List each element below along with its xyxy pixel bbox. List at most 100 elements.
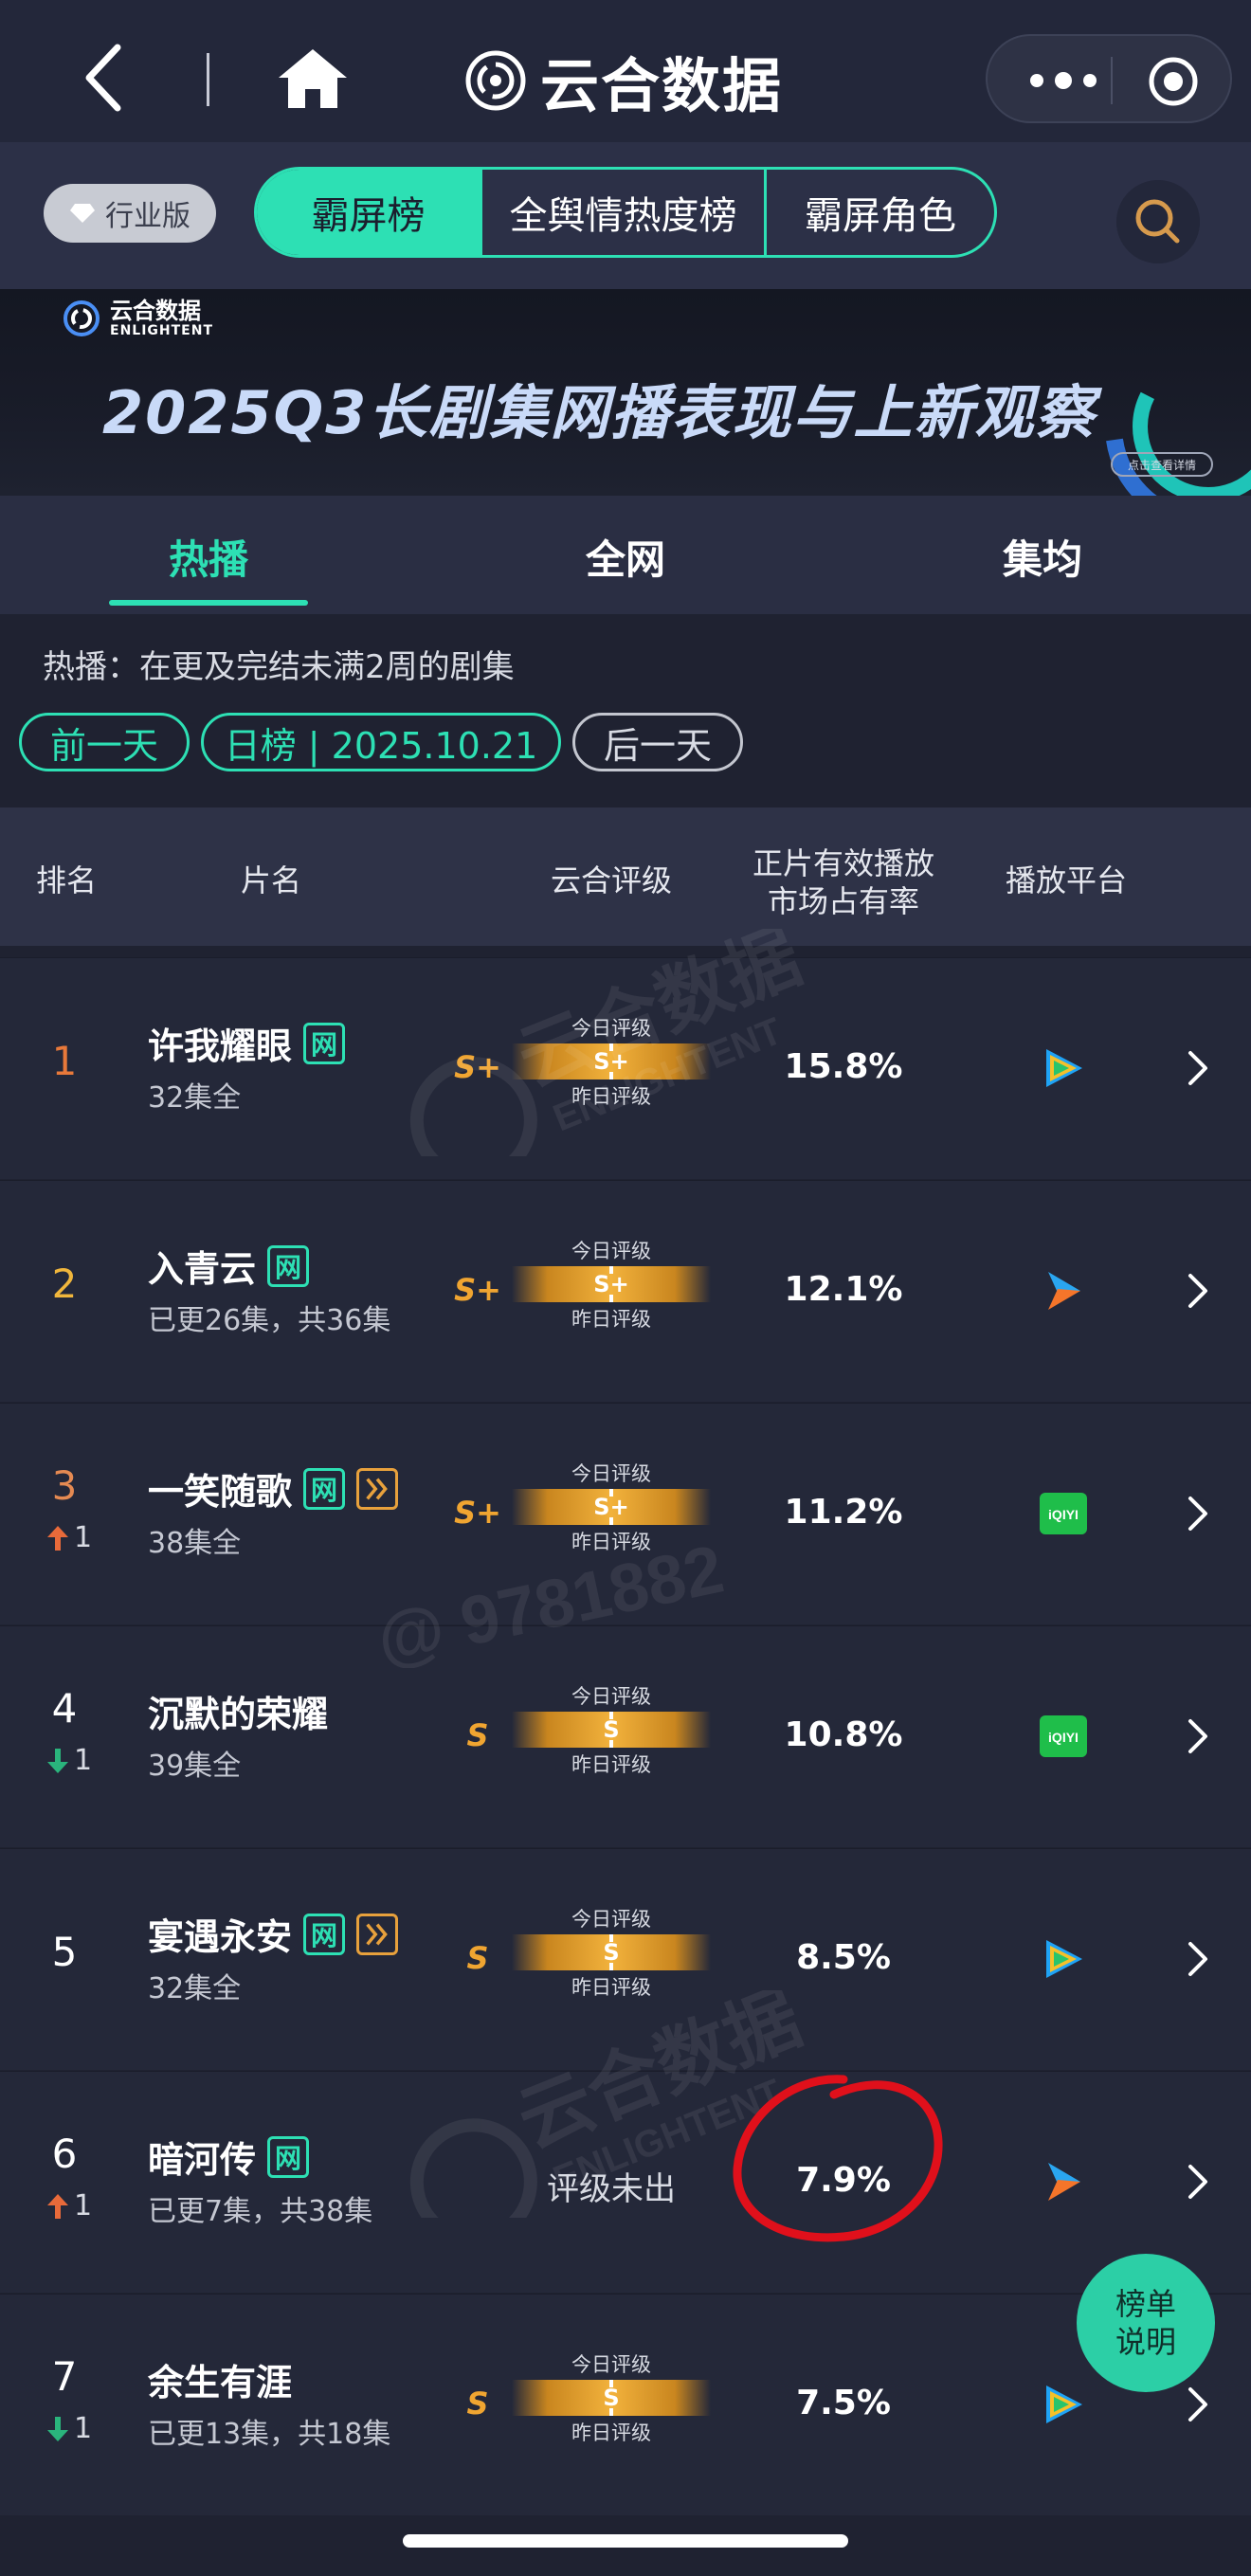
table-row[interactable]: 2 入青云网已更26集，共36集 S+ 今日评级 S+ 昨日评级 12.1% — [0, 1180, 1251, 1402]
grade-bar-value: S+ — [593, 1494, 629, 1520]
title-line: 一笑随歌网 — [148, 1462, 399, 1515]
ranking-switcher-bar: 行业版 霸屏榜 全舆情热度榜 霸屏角色 — [0, 142, 1251, 289]
date-selector[interactable]: 日榜 | 2025.10.21 — [201, 713, 561, 771]
network-badge: 网 — [303, 1467, 346, 1510]
episode-status: 32集全 — [148, 1081, 242, 1115]
table-row[interactable]: 4 1 沉默的荣耀 39集全 S 今日评级 S 昨日评级 10.8% iQIYI — [0, 1625, 1251, 1847]
rank-change-value: 1 — [74, 2189, 93, 2222]
grade-bar: 今日评级 S+ 昨日评级 — [512, 1236, 711, 1333]
today-grade-label: 今日评级 — [571, 2353, 651, 2376]
episode-status: 已更7集，共38集 — [148, 2195, 373, 2228]
home-indicator — [403, 2534, 848, 2548]
market-share: 12.1% — [784, 1270, 903, 1309]
more-dots-icon[interactable] — [1025, 64, 1101, 97]
search-icon[interactable] — [1116, 180, 1200, 263]
today-grade-label: 今日评级 — [571, 1462, 651, 1485]
drama-title: 一笑随歌 — [148, 1471, 293, 1513]
tab-rebo[interactable]: 热播 — [169, 528, 248, 586]
grade-bar: 今日评级 S 昨日评级 — [512, 1681, 711, 1778]
segment-bapingjuese[interactable]: 霸屏角色 — [764, 170, 994, 255]
yesterday-grade-label: 昨日评级 — [571, 1753, 651, 1776]
table-row[interactable]: 7 1 余生有涯 已更13集，共18集 S 今日评级 S 昨日评级 7.5% — [0, 2294, 1251, 2515]
yesterday-grade-label: 昨日评级 — [571, 1085, 651, 1108]
iqiyi-logo-text: iQIYI — [1048, 1507, 1079, 1522]
iqiyi-logo-text: iQIYI — [1048, 1730, 1079, 1745]
chevron-right-icon[interactable] — [1185, 1717, 1211, 1755]
rank-change-value: 1 — [74, 1744, 93, 1777]
market-share: 7.9% — [796, 2161, 891, 2200]
network-badge: 网 — [303, 1022, 346, 1064]
chevron-right-icon[interactable] — [1185, 1495, 1211, 1533]
bar-tick-bottom — [609, 2408, 613, 2416]
grade-label: S+ — [454, 1495, 501, 1531]
grade-bar-fill: S — [512, 1934, 711, 1970]
chevron-right-icon[interactable] — [1185, 2386, 1211, 2423]
rank-number: 3 — [51, 1462, 78, 1509]
banner-brand-en: ENLIGHTENT — [110, 323, 213, 338]
episode-status: 38集全 — [148, 1527, 242, 1560]
grade-bar-value: S — [603, 2385, 620, 2411]
title-line: 余生有涯 — [148, 2353, 292, 2405]
grade-bar-fill: S — [512, 1712, 711, 1748]
grade-bar-value: S+ — [593, 1048, 629, 1075]
mini-program-capsule — [986, 34, 1232, 123]
chevron-right-icon[interactable] — [1185, 1049, 1211, 1087]
edition-button[interactable]: 行业版 — [44, 184, 216, 243]
grade-bar-fill: S+ — [512, 1489, 711, 1525]
next-day-button[interactable]: 后一天 — [572, 713, 743, 771]
back-icon[interactable] — [76, 40, 133, 116]
network-badge: 网 — [267, 1244, 310, 1287]
grade-label: S — [466, 1717, 489, 1753]
home-icon[interactable] — [275, 45, 351, 112]
chevron-right-icon[interactable] — [1185, 1272, 1211, 1310]
chevron-right-icon[interactable] — [1185, 2163, 1211, 2201]
table-row[interactable]: 1 许我耀眼网 32集全 S+ 今日评级 S+ 昨日评级 15.8% — [0, 957, 1251, 1179]
segment-quanyuqing[interactable]: 全舆情热度榜 — [480, 170, 764, 255]
edition-label: 行业版 — [105, 200, 190, 233]
banner-detail-button[interactable]: 点击查看详情 — [1111, 452, 1213, 477]
promo-banner[interactable]: 云合数据 ENLIGHTENT 2025Q3长剧集网播表现与上新观察 点击查看详… — [0, 289, 1251, 496]
today-grade-label: 今日评级 — [571, 1017, 651, 1040]
bar-tick-bottom — [609, 1517, 613, 1525]
yesterday-grade-label: 昨日评级 — [571, 1531, 651, 1553]
rank-number: 6 — [51, 2131, 78, 2177]
title-line: 许我耀眼网 — [148, 1017, 346, 1069]
table-row[interactable]: 5 宴遇永安网 32集全 S 今日评级 S 昨日评级 8.5% — [0, 1848, 1251, 2070]
episode-status: 32集全 — [148, 1972, 242, 2005]
table-row[interactable]: 6 1 暗河传网已更7集，共38集 评级未出 7.9% — [0, 2071, 1251, 2293]
episode-status: 已更13集，共18集 — [148, 2418, 391, 2451]
rank-change: 1 — [45, 1744, 92, 1777]
episode-status: 39集全 — [148, 1750, 242, 1783]
double-chevron-badge-icon — [356, 1913, 399, 1955]
market-share: 10.8% — [784, 1715, 903, 1754]
network-badge: 网 — [303, 1913, 346, 1955]
capsule-separator — [1111, 57, 1113, 104]
segment-bapingbang[interactable]: 霸屏榜 — [257, 170, 480, 255]
grade-bar-fill: S+ — [512, 1266, 711, 1302]
col-rank: 排名 — [35, 862, 97, 898]
grade-bar-fill: S — [512, 2380, 711, 2416]
tab-quanwang[interactable]: 全网 — [586, 528, 665, 586]
drama-title: 宴遇永安 — [148, 1916, 293, 1958]
tab-jijun[interactable]: 集均 — [1003, 528, 1082, 586]
rank-change: 1 — [45, 2412, 92, 2445]
table-row[interactable]: 3 1 一笑随歌网 38集全 S+ 今日评级 S+ 昨日评级 11.2% iQIYI — [0, 1403, 1251, 1624]
network-badge: 网 — [267, 2135, 310, 2178]
ranking-hint: 热播：在更及完结未满2周的剧集 — [43, 648, 515, 686]
prev-day-button[interactable]: 前一天 — [19, 713, 190, 771]
bar-tick-bottom — [609, 1072, 613, 1079]
yesterday-grade-label: 昨日评级 — [571, 1308, 651, 1331]
col-name: 片名 — [240, 862, 301, 898]
bar-tick-bottom — [609, 1295, 613, 1302]
drama-title: 许我耀眼 — [148, 1025, 293, 1067]
arrow-down-icon — [47, 1748, 68, 1773]
grade-bar-value: S — [603, 1939, 620, 1966]
target-icon[interactable] — [1147, 55, 1200, 108]
title-line: 宴遇永安网 — [148, 1908, 399, 1960]
ranking-explanation-button[interactable]: 榜单 说明 — [1077, 2254, 1215, 2392]
iqiyi-icon: iQIYI — [1037, 1487, 1090, 1540]
grade-bar-value: S — [603, 1716, 620, 1743]
diamond-icon — [70, 204, 95, 223]
chevron-right-icon[interactable] — [1185, 1940, 1211, 1978]
today-grade-label: 今日评级 — [571, 1240, 651, 1262]
